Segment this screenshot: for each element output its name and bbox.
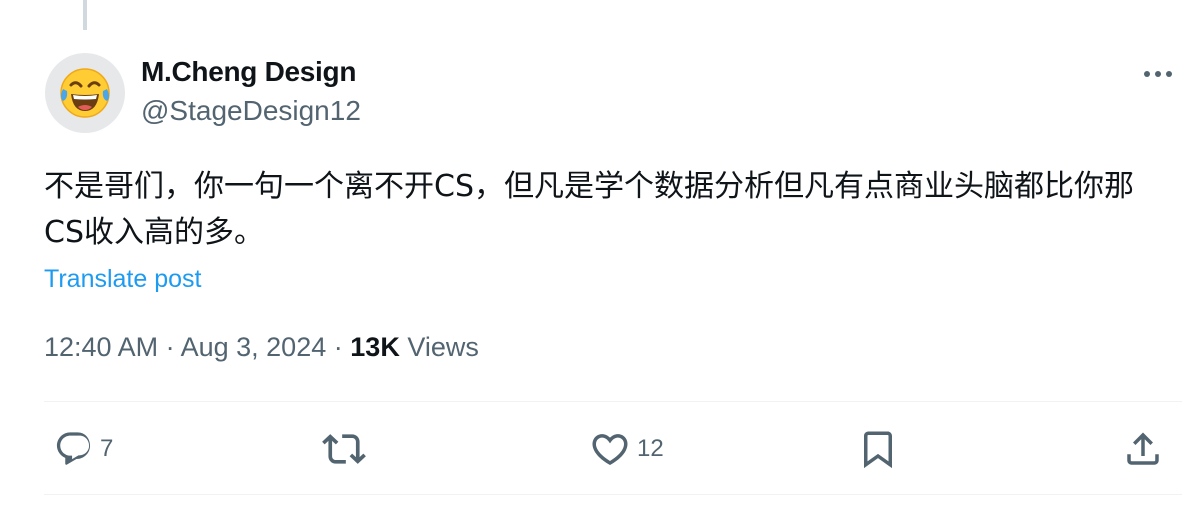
views-label: Views xyxy=(407,332,479,362)
partial-bookmark-icon xyxy=(1084,0,1102,6)
author-display-name[interactable]: M.Cheng Design xyxy=(141,56,356,88)
post-time[interactable]: 12:40 AM xyxy=(44,332,158,362)
meta-separator: · xyxy=(333,332,343,362)
tweet-detail: M.Cheng Design @StageDesign12 不是哥们，你一句一个… xyxy=(0,0,1182,508)
like-button[interactable]: 12 xyxy=(589,428,664,470)
heart-icon xyxy=(592,434,628,466)
share-button[interactable] xyxy=(1122,428,1164,470)
partial-reply-icon xyxy=(148,0,166,6)
laughing-crying-emoji-icon xyxy=(60,68,110,118)
avatar[interactable] xyxy=(45,53,125,133)
reply-button[interactable]: 7 xyxy=(54,428,113,470)
thread-connector-line xyxy=(83,0,87,30)
divider xyxy=(44,494,1182,495)
views-count: 13K xyxy=(350,332,400,362)
more-dots-icon xyxy=(1144,71,1172,77)
reply-count: 7 xyxy=(100,435,114,462)
author-handle[interactable]: @StageDesign12 xyxy=(141,95,361,127)
post-text: 不是哥们，你一句一个离不开CS，但凡是学个数据分析但凡有点商业头脑都比你那CS收… xyxy=(44,169,1134,250)
repost-button[interactable] xyxy=(322,428,366,470)
more-options-button[interactable] xyxy=(1138,60,1178,88)
repost-icon xyxy=(322,434,366,464)
meta-separator: · xyxy=(165,332,175,362)
reply-icon xyxy=(56,432,91,465)
bookmark-button[interactable] xyxy=(857,428,899,470)
divider xyxy=(44,401,1182,402)
like-count: 12 xyxy=(637,435,664,462)
post-metadata: 12:40 AM · Aug 3, 2024 · 13K Views xyxy=(44,332,479,363)
translate-post-link[interactable]: Translate post xyxy=(44,265,201,294)
bookmark-icon xyxy=(864,431,892,469)
share-icon xyxy=(1127,432,1159,465)
post-date[interactable]: Aug 3, 2024 xyxy=(181,332,327,362)
